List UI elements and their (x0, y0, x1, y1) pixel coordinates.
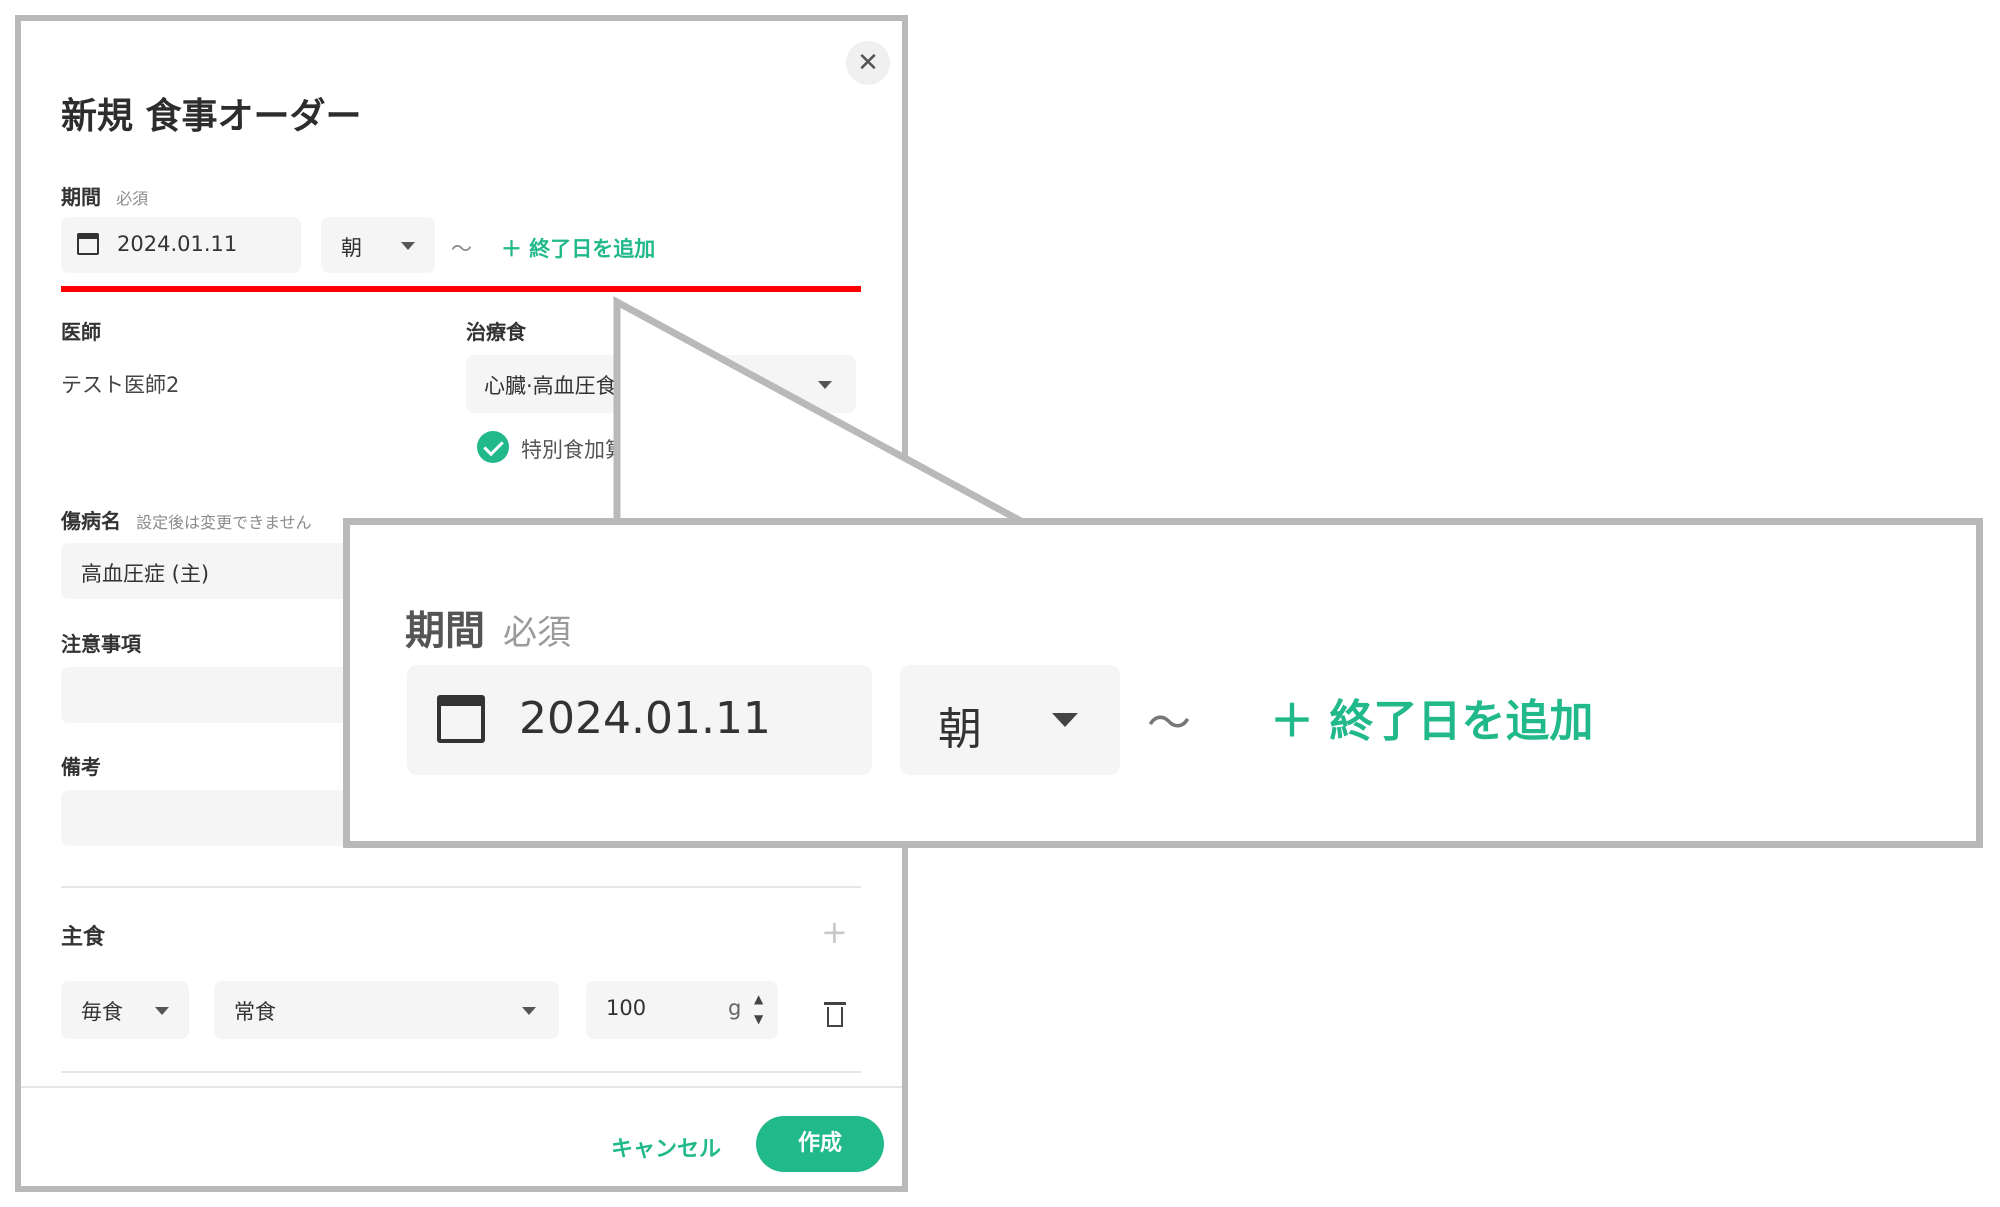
callout-required-badge: 必須 (503, 613, 571, 653)
calendar-icon (437, 695, 485, 743)
callout-meal-time-select[interactable]: 朝 (900, 665, 1120, 775)
chevron-down-icon (1052, 713, 1078, 727)
callout-meal-time-value: 朝 (938, 704, 982, 755)
callout-range-tilde: 〜 (1147, 698, 1191, 749)
zoom-callout: 期間 必須 2024.01.11 朝 〜 ＋ 終了日を追加 (343, 518, 1983, 848)
callout-add-end-date-link[interactable]: ＋ 終了日を追加 (1270, 685, 1593, 749)
callout-period-label: 期間 (405, 608, 485, 654)
callout-start-date-value: 2024.01.11 (519, 693, 771, 744)
callout-start-date-field[interactable]: 2024.01.11 (407, 665, 872, 775)
callout-period-label-group: 期間 必須 (405, 598, 571, 656)
